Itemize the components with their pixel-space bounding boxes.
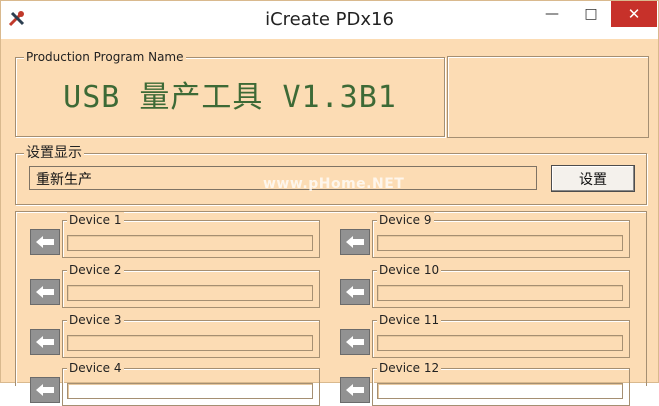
arrow-left-icon — [36, 286, 54, 298]
device-label: Device 12 — [377, 360, 442, 376]
device-arrow-button[interactable] — [30, 229, 60, 255]
app-window: iCreate PDx16 — □ ✕ Production Program N… — [0, 0, 659, 406]
title-bar[interactable]: iCreate PDx16 — □ ✕ — [1, 1, 658, 39]
arrow-left-icon — [36, 336, 54, 348]
device-label: Device 10 — [377, 262, 442, 278]
device-slot-10: Device 10 — [340, 262, 630, 308]
device-label: Device 1 — [67, 212, 124, 228]
arrow-left-icon — [346, 336, 364, 348]
device-slot-12: Device 12 — [340, 360, 630, 406]
product-name: USB 量产工具 V1.3B1 — [63, 80, 397, 115]
device-label: Device 11 — [377, 312, 442, 328]
device-slot-9: Device 9 — [340, 212, 630, 258]
device-status-field — [67, 285, 313, 301]
device-box: Device 1 — [62, 212, 320, 258]
device-box: Device 4 — [62, 360, 320, 406]
device-slot-3: Device 3 — [30, 312, 320, 358]
device-label: Device 3 — [67, 312, 124, 328]
device-arrow-button[interactable] — [340, 329, 370, 355]
arrow-left-icon — [346, 236, 364, 248]
device-box: Device 9 — [372, 212, 630, 258]
device-status-field — [377, 335, 623, 351]
device-arrow-button[interactable] — [30, 329, 60, 355]
devices-panel: Device 1 Device 2 Device 3 Device 4 Devi… — [15, 211, 647, 406]
device-arrow-button[interactable] — [30, 377, 60, 403]
device-slot-11: Device 11 — [340, 312, 630, 358]
minimize-button[interactable]: — — [538, 1, 566, 27]
maximize-button[interactable]: □ — [577, 1, 605, 27]
device-status-field — [377, 383, 623, 399]
device-status-field — [377, 235, 623, 251]
production-program-group: Production Program Name USB 量产工具 V1.3B1 — [15, 49, 445, 137]
device-box: Device 10 — [372, 262, 630, 308]
device-slot-1: Device 1 — [30, 212, 320, 258]
device-box: Device 12 — [372, 360, 630, 406]
device-arrow-button[interactable] — [340, 279, 370, 305]
watermark: www.pHome.NET — [263, 176, 405, 192]
device-arrow-button[interactable] — [340, 377, 370, 403]
settings-button[interactable]: 设置 — [551, 165, 635, 192]
arrow-left-icon — [346, 286, 364, 298]
device-label: Device 2 — [67, 262, 124, 278]
device-slot-2: Device 2 — [30, 262, 320, 308]
arrow-left-icon — [346, 384, 364, 396]
device-status-field — [67, 383, 313, 399]
device-box: Device 3 — [62, 312, 320, 358]
device-box: Device 2 — [62, 262, 320, 308]
arrow-left-icon — [36, 384, 54, 396]
production-program-label: Production Program Name — [24, 49, 186, 65]
device-arrow-button[interactable] — [340, 229, 370, 255]
device-box: Device 11 — [372, 312, 630, 358]
device-arrow-button[interactable] — [30, 279, 60, 305]
device-label: Device 9 — [377, 212, 434, 228]
device-status-field — [67, 235, 313, 251]
info-panel — [447, 56, 649, 138]
settings-group-label: 设置显示 — [24, 145, 84, 161]
device-label: Device 4 — [67, 360, 124, 376]
arrow-left-icon — [36, 236, 54, 248]
close-button[interactable]: ✕ — [611, 1, 657, 27]
device-slot-4: Device 4 — [30, 360, 320, 406]
device-status-field — [67, 335, 313, 351]
device-status-field — [377, 285, 623, 301]
